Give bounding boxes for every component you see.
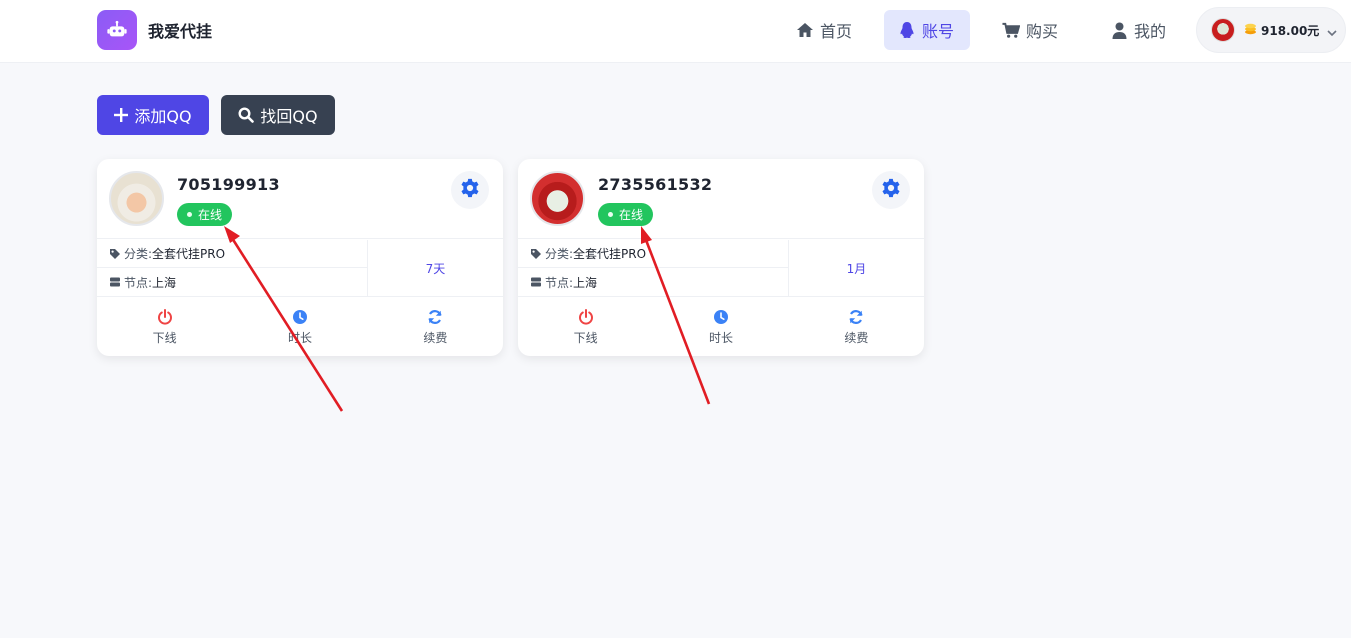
node-label: 节点: xyxy=(545,275,574,290)
node-value: 上海 xyxy=(152,275,177,290)
settings-button[interactable] xyxy=(451,171,489,209)
robot-logo-icon xyxy=(97,10,137,50)
gear-icon xyxy=(880,177,902,203)
top-navbar: 我爱代挂 首页 账号 购买 我的 918.00元 xyxy=(0,0,1351,63)
account-info: 分类: 全套代挂PRO 节点: 上海 xyxy=(97,240,368,297)
home-icon xyxy=(796,21,814,39)
duration-button[interactable]: 时长 xyxy=(653,298,788,356)
card-header: 705199913 在线 xyxy=(97,159,503,239)
cart-icon xyxy=(1002,21,1020,39)
renew-button[interactable]: 续费 xyxy=(789,298,924,356)
status-text: 在线 xyxy=(619,208,644,222)
brand[interactable]: 我爱代挂 xyxy=(97,10,212,50)
duration-value: 1月 xyxy=(789,240,924,297)
node-label: 节点: xyxy=(124,275,153,290)
nav-home[interactable]: 首页 xyxy=(782,10,866,50)
add-qq-label: 添加QQ xyxy=(134,107,192,126)
qq-number: 2735561532 xyxy=(598,175,713,194)
nav-buy-label: 购买 xyxy=(1026,22,1059,41)
renew-label: 续费 xyxy=(423,330,448,345)
avatar xyxy=(1211,18,1235,42)
coin-icon xyxy=(1244,23,1257,38)
offline-label: 下线 xyxy=(573,330,598,345)
power-icon xyxy=(157,308,173,325)
balance-amount: 918.00元 xyxy=(1261,23,1320,38)
clock-icon xyxy=(713,309,729,325)
account-card: 705199913 在线 分类: 全套代挂PRO 节点: 上海 7天 下线 时长… xyxy=(97,159,503,356)
category-label: 分类: xyxy=(124,247,153,261)
settings-button[interactable] xyxy=(872,171,910,209)
tag-icon xyxy=(530,248,542,260)
status-text: 在线 xyxy=(198,208,223,222)
user-icon xyxy=(1110,21,1128,39)
tag-icon xyxy=(109,248,121,260)
find-qq-label: 找回QQ xyxy=(260,107,318,126)
refresh-icon xyxy=(427,309,443,325)
chevron-down-icon xyxy=(1326,24,1338,37)
status-badge: 在线 xyxy=(177,203,233,226)
offline-button[interactable]: 下线 xyxy=(97,298,232,356)
category-value: 全套代挂PRO xyxy=(573,247,647,261)
category-value: 全套代挂PRO xyxy=(152,247,226,261)
category-label: 分类: xyxy=(545,247,574,261)
category-row: 分类: 全套代挂PRO xyxy=(518,240,788,268)
power-icon xyxy=(578,308,594,325)
nav-home-label: 首页 xyxy=(820,22,853,41)
qq-penguin-icon xyxy=(898,21,916,39)
avatar xyxy=(530,171,585,226)
status-dot-icon xyxy=(187,212,192,217)
server-icon xyxy=(109,276,121,288)
gear-icon xyxy=(459,177,481,203)
card-actions: 下线 时长 续费 xyxy=(518,298,924,356)
account-info: 分类: 全套代挂PRO 节点: 上海 xyxy=(518,240,789,297)
card-actions: 下线 时长 续费 xyxy=(97,298,503,356)
duration-label: 时长 xyxy=(708,330,733,345)
category-row: 分类: 全套代挂PRO xyxy=(97,240,367,268)
node-value: 上海 xyxy=(573,275,598,290)
offline-label: 下线 xyxy=(152,330,177,345)
user-menu[interactable]: 918.00元 xyxy=(1196,7,1346,53)
find-qq-button[interactable]: 找回QQ xyxy=(221,95,335,135)
search-icon xyxy=(238,107,255,123)
nav-mine[interactable]: 我的 xyxy=(1096,10,1180,50)
status-badge: 在线 xyxy=(598,203,654,226)
account-card: 2735561532 在线 分类: 全套代挂PRO 节点: 上海 1月 下线 时… xyxy=(518,159,924,356)
nav-buy[interactable]: 购买 xyxy=(988,10,1072,50)
nav-mine-label: 我的 xyxy=(1134,22,1167,41)
plus-icon xyxy=(114,108,129,122)
duration-value: 7天 xyxy=(368,240,503,297)
avatar xyxy=(109,171,164,226)
renew-label: 续费 xyxy=(844,330,869,345)
server-icon xyxy=(530,276,542,288)
duration-label: 时长 xyxy=(287,330,312,345)
brand-name: 我爱代挂 xyxy=(148,22,213,41)
nav-account[interactable]: 账号 xyxy=(884,10,970,50)
qq-number: 705199913 xyxy=(177,175,280,194)
node-row: 节点: 上海 xyxy=(97,268,367,296)
clock-icon xyxy=(292,309,308,325)
renew-button[interactable]: 续费 xyxy=(368,298,503,356)
node-row: 节点: 上海 xyxy=(518,268,788,296)
status-dot-icon xyxy=(608,212,613,217)
card-header: 2735561532 在线 xyxy=(518,159,924,239)
offline-button[interactable]: 下线 xyxy=(518,298,653,356)
refresh-icon xyxy=(848,309,864,325)
add-qq-button[interactable]: 添加QQ xyxy=(97,95,209,135)
nav-account-label: 账号 xyxy=(922,22,955,41)
duration-button[interactable]: 时长 xyxy=(232,298,367,356)
